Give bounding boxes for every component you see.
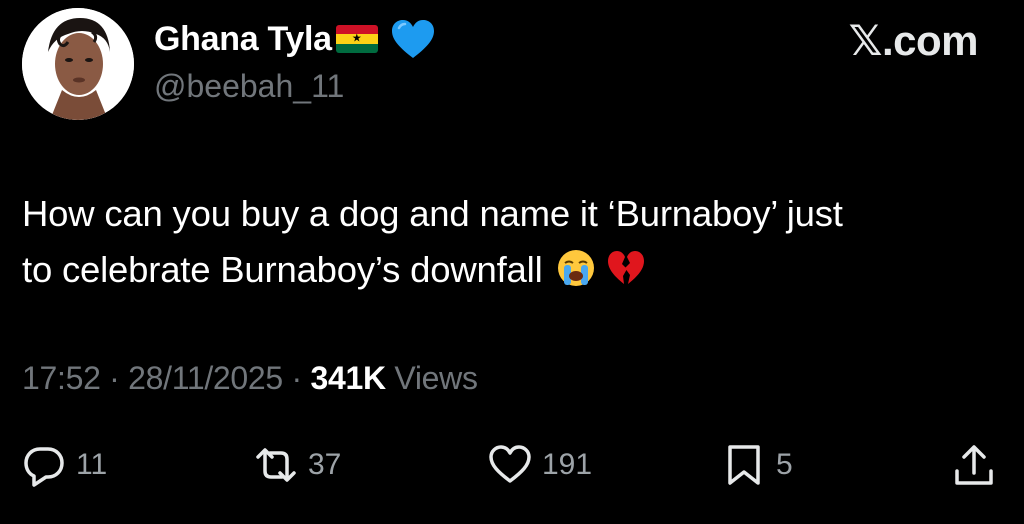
ghana-flag-icon: ★ bbox=[335, 25, 378, 53]
display-name[interactable]: Ghana Tyla bbox=[154, 20, 332, 59]
meta-separator: · bbox=[282, 360, 311, 396]
broken-heart-icon bbox=[608, 251, 645, 284]
author-name-row: Ghana Tyla ★ bbox=[154, 14, 436, 64]
heart-icon bbox=[489, 445, 531, 483]
action-bar: 11 37 191 5 bbox=[0, 440, 1024, 490]
tweet-date[interactable]: 28/11/2025 bbox=[128, 360, 283, 396]
bookmark-button[interactable]: 5 bbox=[722, 440, 793, 490]
repost-icon bbox=[256, 448, 296, 482]
tweet-text-line-1: How can you buy a dog and name it ‘Burna… bbox=[22, 193, 843, 234]
bookmark-count: 5 bbox=[776, 448, 793, 481]
tweet-card: Ghana Tyla ★ @beebah_11 𝕏.com How can yo… bbox=[0, 0, 1024, 524]
like-button[interactable]: 191 bbox=[488, 440, 592, 490]
share-icon bbox=[955, 445, 993, 485]
reply-button[interactable]: 11 bbox=[22, 440, 107, 490]
tweet-text: How can you buy a dog and name it ‘Burna… bbox=[22, 186, 1012, 298]
loudly-crying-face-icon bbox=[558, 250, 595, 286]
tweet-time[interactable]: 17:52 bbox=[22, 360, 101, 396]
x-brand: 𝕏.com bbox=[848, 16, 979, 65]
brand-label: 𝕏.com bbox=[848, 17, 979, 64]
reply-icon bbox=[24, 447, 64, 487]
avatar[interactable] bbox=[22, 8, 134, 120]
author-handle[interactable]: @beebah_11 bbox=[154, 68, 344, 105]
like-count: 191 bbox=[542, 448, 593, 481]
views-label: Views bbox=[394, 360, 478, 396]
tweet-text-line-2-content: to celebrate Burnaboy’s downfall bbox=[22, 249, 543, 290]
tweet-meta: 17:52 · 28/11/2025 · 341K Views bbox=[22, 360, 478, 397]
bookmark-icon bbox=[728, 445, 760, 485]
repost-button[interactable]: 37 bbox=[254, 440, 341, 490]
share-button[interactable] bbox=[952, 440, 996, 490]
blue-heart-icon bbox=[391, 20, 434, 58]
views-count: 341K bbox=[310, 360, 386, 396]
repost-count: 37 bbox=[308, 448, 342, 481]
meta-separator: · bbox=[100, 360, 129, 396]
tweet-text-line-2: to celebrate Burnaboy’s downfall bbox=[22, 242, 1012, 298]
reply-count: 11 bbox=[76, 448, 108, 481]
